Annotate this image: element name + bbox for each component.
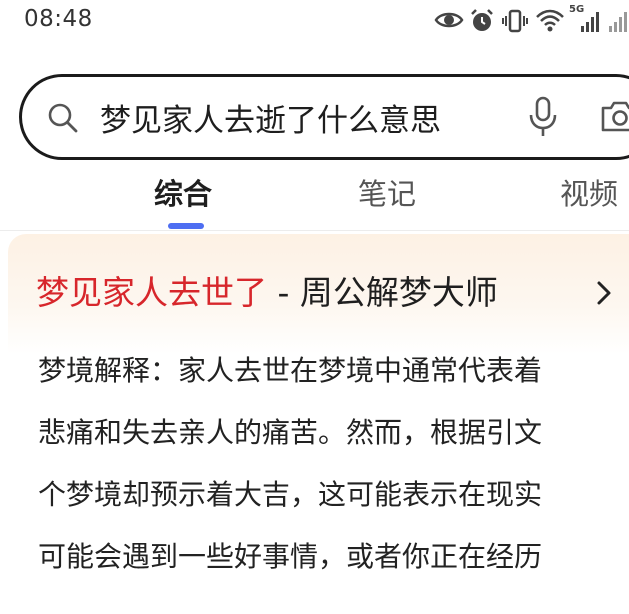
- chevron-right-icon[interactable]: [596, 280, 612, 306]
- vibrate-icon: [502, 9, 528, 33]
- status-time: 08:48: [24, 6, 93, 32]
- snippet-line: 梦境解释：家人去世在梦境中通常代表着: [38, 354, 543, 387]
- microphone-icon[interactable]: [528, 96, 558, 138]
- snippet-line: 悲痛和失去亲人的痛苦。然而，根据引文: [38, 416, 543, 449]
- network-label: 5G: [569, 4, 585, 15]
- result-title-link[interactable]: 梦见家人去世了 - 周公解梦大师: [36, 266, 498, 314]
- search-icon[interactable]: [46, 101, 80, 135]
- tab-notes[interactable]: 笔记: [358, 171, 416, 213]
- result-snippet: 梦境解释：家人去世在梦境中通常代表着 悲痛和失去亲人的痛苦。然而，根据引文 个梦…: [38, 340, 629, 588]
- signal-secondary-icon: [609, 12, 627, 32]
- camera-icon[interactable]: [600, 99, 629, 133]
- tabs-divider: [0, 230, 629, 231]
- search-input[interactable]: 梦见家人去逝了什么意思: [100, 95, 441, 140]
- alarm-icon: [471, 9, 493, 31]
- tab-bar: 综合 笔记 视频: [0, 165, 629, 233]
- snippet-line: 可能会遇到一些好事情，或者你正在经历: [38, 540, 543, 573]
- wifi-icon: [536, 9, 564, 32]
- tab-video[interactable]: 视频: [560, 171, 618, 213]
- status-bar: 08:48 5G: [0, 0, 629, 44]
- result-title-highlight: 梦见家人去世了: [36, 273, 267, 312]
- result-title-source: - 周公解梦大师: [267, 273, 498, 312]
- snippet-line: 个梦境却预示着大吉，这可能表示在现实: [38, 478, 543, 511]
- search-bar[interactable]: 梦见家人去逝了什么意思: [19, 74, 629, 160]
- eye-icon: [434, 12, 464, 28]
- active-tab-indicator: [168, 223, 204, 229]
- tab-comprehensive[interactable]: 综合: [154, 171, 212, 213]
- result-card[interactable]: 梦见家人去世了 - 周公解梦大师 梦境解释：家人去世在梦境中通常代表着 悲痛和失…: [8, 234, 629, 614]
